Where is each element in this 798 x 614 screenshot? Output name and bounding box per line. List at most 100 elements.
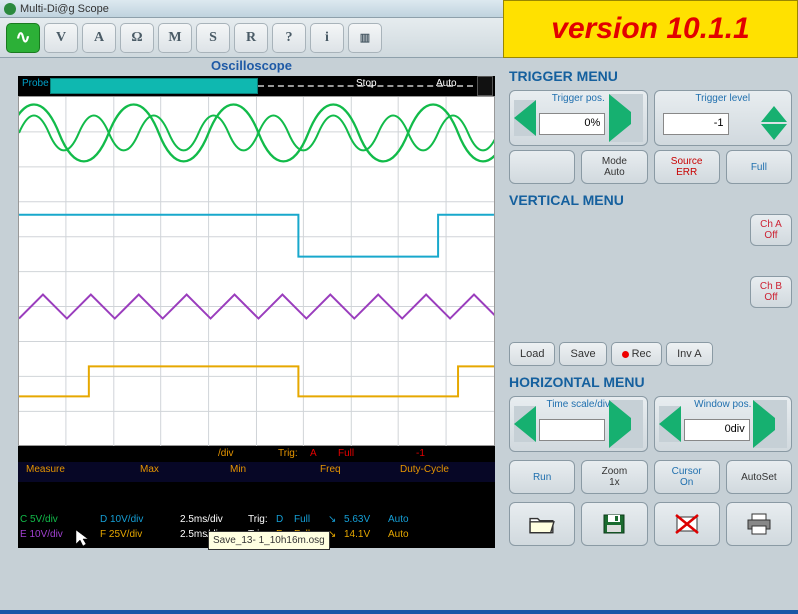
measure-body: C 5V/div D 10V/div 2.5ms/div Trig: D Ful… xyxy=(18,482,495,548)
trigger-level-incr[interactable] xyxy=(761,106,787,122)
mh-min: Min xyxy=(230,464,320,480)
mr-icon: ↘ xyxy=(328,512,344,527)
toolbar: ∿ V A Ω M S R ? i ▥ version 10.1.1 xyxy=(0,18,798,58)
chb-l2: Off xyxy=(764,292,777,303)
cursor-button[interactable]: Cursor On xyxy=(654,460,720,494)
tool-info[interactable]: i xyxy=(310,23,344,53)
tool-r[interactable]: R xyxy=(234,23,268,53)
load-button[interactable]: Load xyxy=(509,342,555,366)
mh-measure: Measure xyxy=(20,464,140,480)
timescale-value[interactable] xyxy=(539,419,605,441)
measure-header: Measure Max Min Freq Duty-Cycle xyxy=(18,462,495,482)
auto-label: Auto xyxy=(436,78,457,89)
timescale-decr[interactable] xyxy=(514,406,536,442)
cursor-icon xyxy=(76,530,92,548)
probe-bar: Probe Stop Auto xyxy=(18,76,495,96)
taskbar xyxy=(0,610,798,614)
print-button[interactable] xyxy=(726,502,792,546)
tool-s[interactable]: S xyxy=(196,23,230,53)
trigger-level-title: Trigger level xyxy=(655,93,792,104)
window-title: Multi-Di@g Scope xyxy=(20,3,109,15)
version-badge: version 10.1.1 xyxy=(503,0,798,58)
zoom-l1: Zoom xyxy=(602,466,628,477)
chb-l1: Ch B xyxy=(760,281,782,292)
run-button[interactable]: Run xyxy=(509,460,575,494)
mr-time: 2.5ms/div xyxy=(180,512,248,527)
source-l1: Source xyxy=(671,156,703,167)
mr-c-scale: C 5V/div xyxy=(20,512,100,527)
mr-f-scale: F 25V/div xyxy=(100,527,180,542)
source-l2: ERR xyxy=(676,167,697,178)
mr2-auto: Auto xyxy=(388,527,409,542)
trig-channel: A xyxy=(310,448,317,459)
trigger-full-button[interactable]: Full xyxy=(726,150,792,184)
scope-display[interactable]: C D E F xyxy=(18,96,495,446)
mr2-icon: ↘ xyxy=(328,527,344,542)
mr-val: 5.63V xyxy=(344,512,388,527)
rec-label: Rec xyxy=(632,348,652,360)
trigger-level-value[interactable]: -1 xyxy=(663,113,729,135)
horizontal-menu-title: HORIZONTAL MENU xyxy=(509,374,792,390)
probe-range[interactable] xyxy=(50,78,258,94)
mh-duty: Duty-Cycle xyxy=(400,464,449,480)
tool-m[interactable]: M xyxy=(158,23,192,53)
folder-open-icon xyxy=(529,513,555,535)
save-disk-button[interactable] xyxy=(581,502,647,546)
open-button[interactable] xyxy=(509,502,575,546)
trigger-source-button[interactable]: Source ERR xyxy=(654,150,720,184)
mr2-val: 14.1V xyxy=(344,527,388,542)
channel-b-button[interactable]: Ch B Off xyxy=(750,276,792,308)
trigger-menu-title: TRIGGER MENU xyxy=(509,68,792,84)
trigger-pos-value[interactable]: 0% xyxy=(539,113,605,135)
trigger-pos-group: Trigger pos. 0% xyxy=(509,90,648,146)
channel-a-button[interactable]: Ch A Off xyxy=(750,214,792,246)
tool-volts[interactable]: V xyxy=(44,23,78,53)
trigger-blank-button[interactable] xyxy=(509,150,575,184)
measure-row: C 5V/div D 10V/div 2.5ms/div Trig: D Ful… xyxy=(20,512,493,527)
mr-trigch: D xyxy=(276,512,294,527)
window-pos-group: Window pos. 0div xyxy=(654,396,793,452)
mh-max: Max xyxy=(140,464,230,480)
tool-help[interactable]: ? xyxy=(272,23,306,53)
save-icon xyxy=(601,513,627,535)
mr-mode: Full xyxy=(294,512,328,527)
mr-trig: Trig: xyxy=(248,512,276,527)
zoom-l2: 1x xyxy=(609,477,620,488)
tool-ohms[interactable]: Ω xyxy=(120,23,154,53)
cha-l1: Ch A xyxy=(760,219,782,230)
printer-icon xyxy=(746,513,772,535)
delete-button[interactable] xyxy=(654,502,720,546)
trigger-pos-decr[interactable] xyxy=(514,100,536,136)
cursor-l2: On xyxy=(680,477,693,488)
zoom-button[interactable]: Zoom 1x xyxy=(581,460,647,494)
trig-mode: Full xyxy=(338,448,354,459)
tool-sine[interactable]: ∿ xyxy=(6,23,40,53)
mh-freq: Freq xyxy=(320,464,400,480)
winpos-value[interactable]: 0div xyxy=(684,419,750,441)
delete-icon xyxy=(674,513,700,535)
scope-title: Oscilloscope xyxy=(0,58,503,76)
invert-a-button[interactable]: Inv A xyxy=(666,342,712,366)
cha-l2: Off xyxy=(764,230,777,241)
scope-status: /div Trig: A Full -1 xyxy=(18,446,495,462)
trigger-level-group: Trigger level -1 xyxy=(654,90,793,146)
probe-marker[interactable] xyxy=(477,76,493,96)
trig-level: -1 xyxy=(416,448,425,459)
div-label: /div xyxy=(218,448,234,459)
probe-label: Probe xyxy=(22,78,49,89)
autoset-button[interactable]: AutoSet xyxy=(726,460,792,494)
mr-d-scale: D 10V/div xyxy=(100,512,180,527)
trigger-level-decr[interactable] xyxy=(761,124,787,140)
winpos-decr[interactable] xyxy=(659,406,681,442)
tool-amps[interactable]: A xyxy=(82,23,116,53)
rec-button[interactable]: Rec xyxy=(611,342,663,366)
app-icon xyxy=(4,3,16,15)
trigger-pos-title: Trigger pos. xyxy=(510,93,647,104)
trigger-mode-button[interactable]: Mode Auto xyxy=(581,150,647,184)
mr-auto: Auto xyxy=(388,512,409,527)
tool-export[interactable]: ▥ xyxy=(348,23,382,53)
timescale-group: Time scale/div xyxy=(509,396,648,452)
save-button[interactable]: Save xyxy=(559,342,606,366)
cursor-l1: Cursor xyxy=(672,466,702,477)
save-tooltip: Save_13- 1_10h16m.osg xyxy=(208,531,330,550)
